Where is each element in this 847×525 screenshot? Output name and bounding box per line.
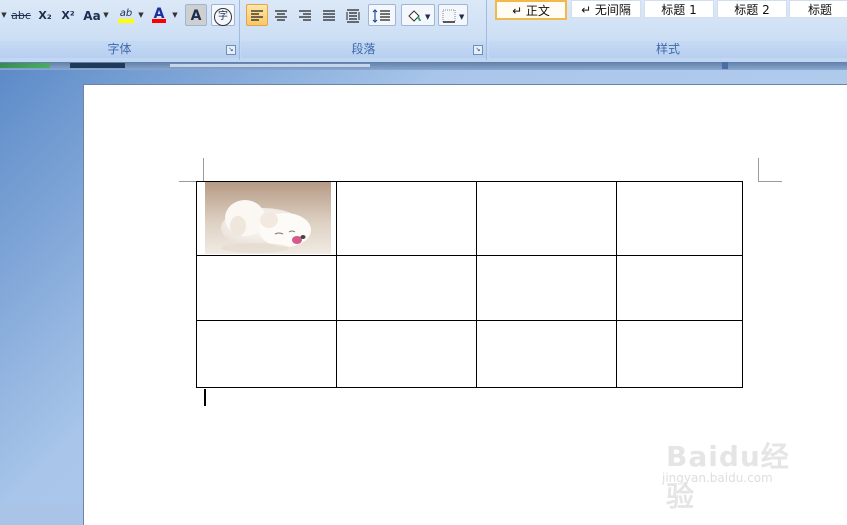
distributed-icon (346, 9, 360, 23)
style-heading-1[interactable]: 标题 1 (644, 0, 714, 18)
font-group: ▼ abc X₂ X² Aa ▼ ab ▼ A ▼ A 字 字体 ↘ (0, 0, 240, 60)
align-left-button[interactable] (246, 4, 268, 26)
style-normal-label: ↵ 正文 (512, 4, 550, 18)
align-left-icon (251, 10, 263, 21)
puppy-image[interactable] (205, 182, 331, 254)
ruler-indicator (70, 63, 125, 68)
table-row (196, 255, 743, 321)
line-spacing-icon (372, 9, 390, 23)
style-normal[interactable]: ↵ 正文 (495, 0, 567, 20)
style-title[interactable]: 标题 (789, 0, 847, 18)
align-right-icon (299, 10, 311, 21)
shading-dropdown-arrow[interactable]: ▼ (425, 13, 430, 21)
highlight-button[interactable]: ab (114, 4, 138, 26)
borders-dropdown-arrow[interactable]: ▼ (459, 13, 464, 21)
paragraph-group-label: 段落 (241, 41, 486, 58)
font-color-dropdown-arrow[interactable]: ▼ (171, 4, 179, 26)
style-no-spacing-label: ↵ 无间隔 (581, 3, 631, 17)
text-cursor (204, 389, 206, 406)
borders-button[interactable]: ▼ (438, 4, 468, 26)
ruler-green-mark (0, 63, 50, 68)
highlight-dropdown-arrow[interactable]: ▼ (137, 4, 145, 26)
highlight-color-bar (118, 19, 134, 23)
table-cell[interactable] (336, 320, 477, 388)
subscript-label: X₂ (38, 9, 52, 22)
font-group-label: 字体 (0, 41, 239, 58)
table-cell[interactable] (616, 320, 743, 388)
baidu-watermark: Baidu经验 jingyan.baidu.com (658, 429, 818, 513)
ruler-right-marker[interactable] (722, 62, 728, 69)
style-heading-2-label: 标题 2 (734, 3, 770, 17)
font-color-button[interactable]: A (148, 4, 170, 26)
change-case-button[interactable]: Aa (81, 4, 103, 26)
table-cell[interactable] (336, 181, 477, 256)
superscript-label: X² (61, 9, 75, 22)
align-center-button[interactable] (270, 4, 292, 26)
crop-mark-top-right-vertical (758, 158, 759, 182)
char-shading-button[interactable]: A (185, 4, 207, 26)
table-cell[interactable] (476, 320, 617, 388)
crop-mark-top-left-vertical (203, 158, 204, 182)
ribbon: ▼ abc X₂ X² Aa ▼ ab ▼ A ▼ A 字 字体 ↘ ▼ ▼ 段… (0, 0, 847, 63)
crop-mark-top-right-horizontal (758, 181, 782, 182)
strikethrough-label: abc (11, 9, 31, 22)
table-cell[interactable] (196, 320, 337, 388)
font-size-dropdown-arrow[interactable]: ▼ (0, 4, 8, 26)
paragraph-group: ▼ ▼ 段落 ↘ (241, 0, 487, 60)
style-no-spacing[interactable]: ↵ 无间隔 (571, 0, 641, 18)
watermark-url: jingyan.baidu.com (662, 471, 773, 485)
char-shading-label: A (190, 8, 202, 24)
table-cell[interactable] (476, 181, 617, 256)
distributed-button[interactable] (342, 4, 364, 26)
style-title-label: 标题 (807, 3, 832, 17)
subscript-button[interactable]: X₂ (34, 4, 56, 26)
font-dialog-launcher[interactable]: ↘ (226, 45, 236, 55)
table-cell[interactable] (476, 255, 617, 321)
highlight-label: ab (119, 8, 133, 19)
document-page[interactable]: Baidu经验 jingyan.baidu.com (83, 84, 847, 525)
superscript-button[interactable]: X² (57, 4, 79, 26)
table-row (196, 320, 743, 388)
style-heading-1-label: 标题 1 (661, 3, 697, 17)
borders-icon (442, 9, 456, 23)
table-cell[interactable] (616, 181, 743, 256)
styles-group: ↵ 正文 ↵ 无间隔 标题 1 标题 2 标题 样式 (489, 0, 847, 60)
table-cell[interactable] (616, 255, 743, 321)
line-spacing-button[interactable] (368, 4, 396, 26)
table-cell[interactable] (336, 255, 477, 321)
change-case-dropdown-arrow[interactable]: ▼ (102, 4, 110, 26)
justify-icon (323, 10, 335, 21)
change-case-label: Aa (83, 9, 101, 23)
style-heading-2[interactable]: 标题 2 (717, 0, 787, 18)
shading-button[interactable]: ▼ (401, 4, 435, 26)
enclose-char-button[interactable]: 字 (211, 4, 235, 26)
enclose-char-label: 字 (214, 8, 232, 26)
align-right-button[interactable] (294, 4, 316, 26)
table-cell[interactable] (196, 255, 337, 321)
font-color-bar (152, 19, 166, 23)
ruler-track (170, 64, 370, 67)
paint-bucket-icon (407, 10, 421, 22)
ruler-strip (0, 62, 847, 70)
align-center-icon (275, 10, 287, 21)
styles-group-label: 样式 (489, 41, 847, 58)
paragraph-dialog-launcher[interactable]: ↘ (473, 45, 483, 55)
justify-button[interactable] (318, 4, 340, 26)
strikethrough-button[interactable]: abc (9, 4, 33, 26)
